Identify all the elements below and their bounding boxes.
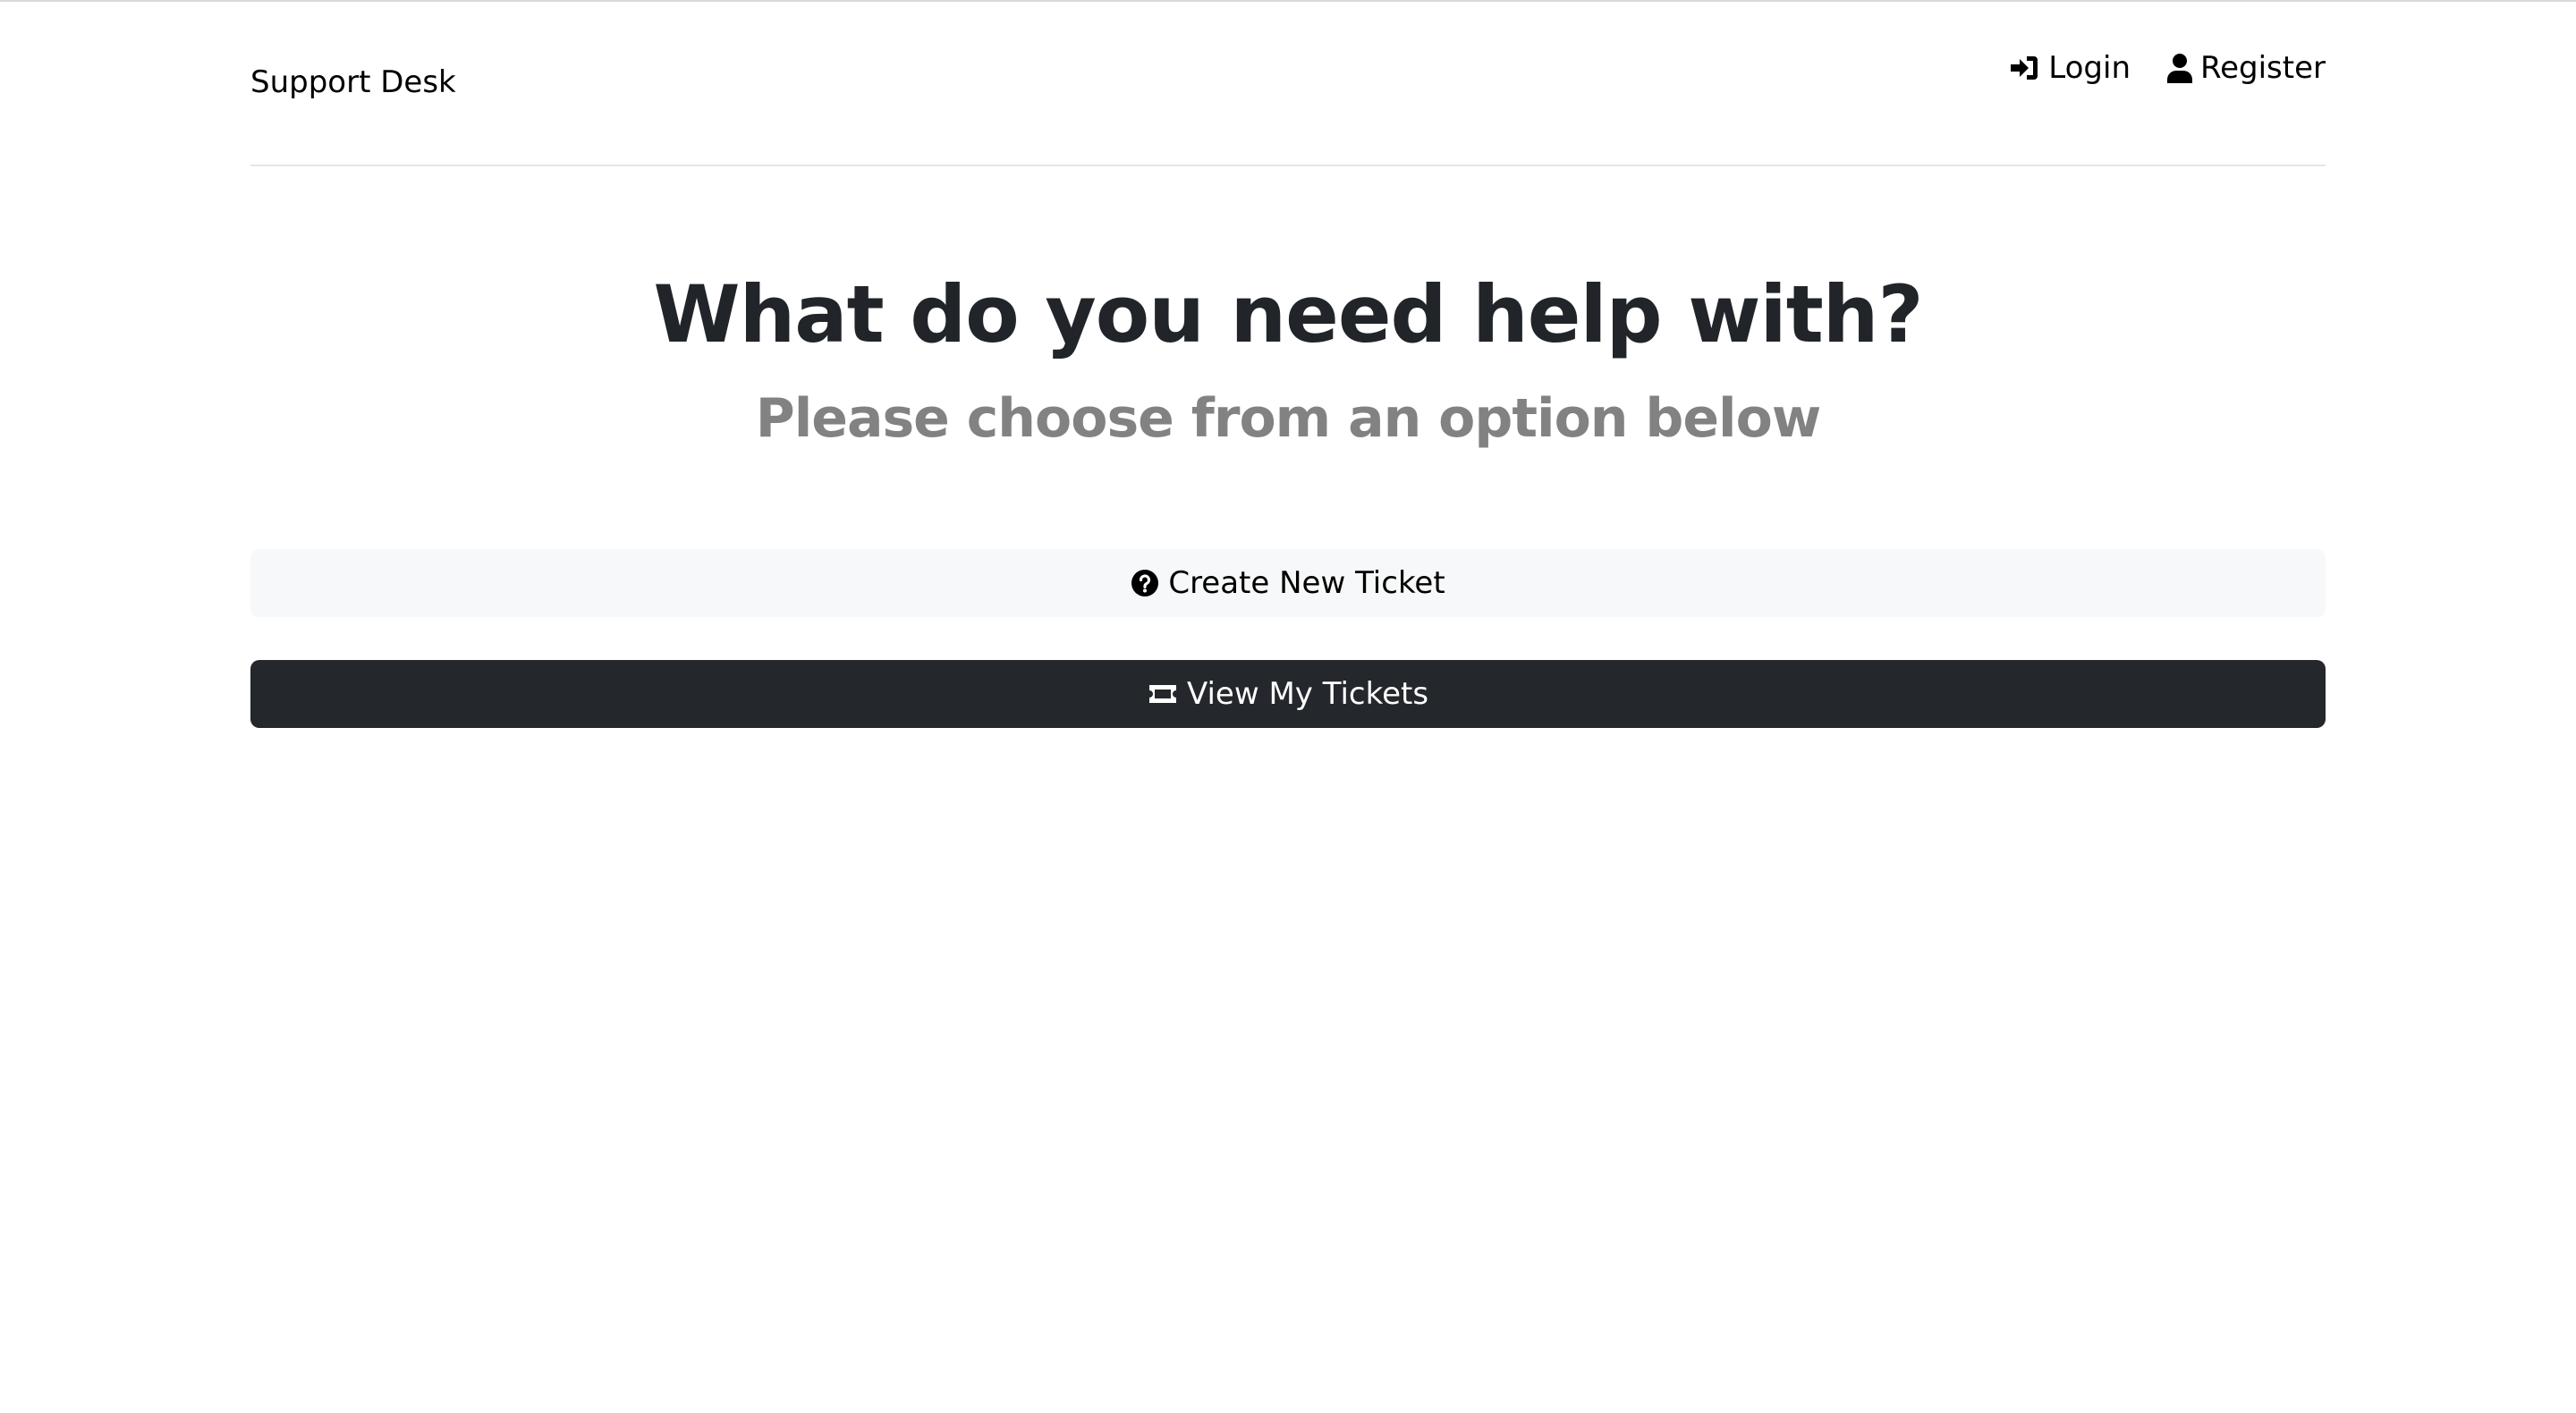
page-subtitle: Please choose from an option below <box>755 387 1822 450</box>
login-label: Login <box>2048 50 2131 86</box>
page-title: What do you need help with? <box>653 268 1924 360</box>
user-icon <box>2166 53 2193 83</box>
ticket-icon <box>1148 682 1178 706</box>
site-header: Support Desk Login Register <box>250 0 2326 166</box>
view-tickets-label: View My Tickets <box>1186 676 1429 712</box>
login-link[interactable]: Login <box>2009 48 2131 88</box>
hero-section: What do you need help with? Please choos… <box>250 268 2326 451</box>
register-link[interactable]: Register <box>2166 48 2326 88</box>
create-ticket-button[interactable]: Create New Ticket <box>250 549 2326 617</box>
question-circle-icon <box>1131 569 1159 597</box>
header-nav: Login Register <box>2009 48 2326 88</box>
login-icon <box>2009 53 2041 83</box>
register-label: Register <box>2200 50 2326 86</box>
create-ticket-label: Create New Ticket <box>1168 565 1445 601</box>
brand-link[interactable]: Support Desk <box>250 63 456 102</box>
view-tickets-button[interactable]: View My Tickets <box>250 660 2326 728</box>
